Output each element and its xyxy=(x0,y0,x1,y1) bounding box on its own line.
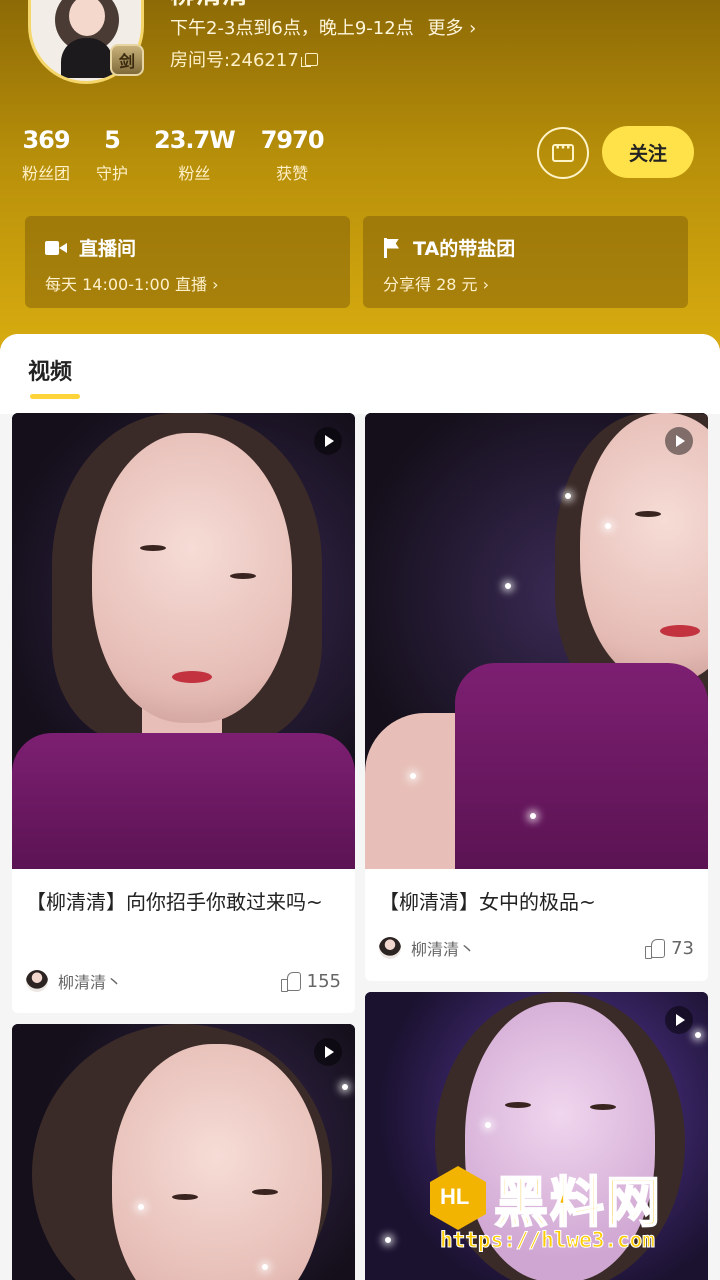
tab-videos[interactable]: 视频 xyxy=(28,354,72,386)
video-title[interactable]: 【柳清清】女中的极品~ xyxy=(379,885,694,919)
dress-shape xyxy=(12,733,355,869)
sparkle xyxy=(385,1237,391,1243)
team-subtitle: 分享得 28 元 › xyxy=(383,275,490,294)
stat-label: 获赞 xyxy=(276,164,309,183)
lips-shape xyxy=(172,671,212,683)
eye-shape xyxy=(590,1104,616,1110)
watermark-name: 黑料网 xyxy=(493,1170,662,1235)
stat-value: 369 xyxy=(22,126,70,154)
live-room-title: 直播间 xyxy=(79,238,137,260)
sparkle xyxy=(262,1264,268,1270)
sparkle xyxy=(695,1032,701,1038)
live-room-subtitle: 每天 14:00-1:00 直播 › xyxy=(45,275,219,294)
video-card[interactable]: 【柳清清】向你招手你敢过来吗~ 柳清清丶 155 xyxy=(12,413,355,1013)
video-meta: 柳清清丶 73 xyxy=(379,936,694,960)
author-avatar[interactable] xyxy=(26,970,48,992)
like-count: 73 xyxy=(671,937,694,959)
play-icon xyxy=(665,1006,693,1034)
sparkle xyxy=(530,813,536,819)
like-button[interactable]: 155 xyxy=(280,970,341,992)
content-sheet: 视频 【柳清清】向你招手你敢过来吗~ 柳清清丶 155 【柳清清】女中的极品~ … xyxy=(0,334,720,1280)
team-title: TA的带盐团 xyxy=(413,238,516,260)
avatar-body xyxy=(61,38,113,78)
live-room-title-row: 直播间 xyxy=(45,234,330,261)
eye-shape xyxy=(635,511,661,517)
author-avatar[interactable] xyxy=(379,937,401,959)
eye-shape xyxy=(505,1102,531,1108)
stat-value: 23.7W xyxy=(154,126,236,154)
schedule-more-link[interactable]: 更多 › xyxy=(427,18,476,39)
stat-guardians[interactable]: 5 守护 xyxy=(96,126,128,184)
sparkle xyxy=(565,493,571,499)
thumbs-up-icon xyxy=(280,971,301,992)
eye-shape xyxy=(252,1189,278,1195)
stat-followers[interactable]: 23.7W 粉丝 xyxy=(154,126,236,184)
copy-icon[interactable] xyxy=(300,52,318,67)
video-thumbnail[interactable] xyxy=(12,413,355,869)
video-thumbnail[interactable] xyxy=(365,413,708,869)
stat-label: 粉丝团 xyxy=(22,164,71,183)
stat-label: 守护 xyxy=(96,164,129,183)
sparkle xyxy=(138,1204,144,1210)
stat-likes[interactable]: 7970 获赞 xyxy=(260,126,325,184)
sparkle xyxy=(505,583,511,589)
lips-shape xyxy=(660,625,700,637)
sword-badge-icon: 剑 xyxy=(110,44,144,76)
author-name[interactable]: 柳清清丶 xyxy=(58,969,122,993)
profile-header: 剑 柳清清 下午2-3点到6点，晚上9-12点 更多 › 房间号:246217 … xyxy=(0,0,720,360)
stat-fan-club[interactable]: 369 粉丝团 xyxy=(22,126,71,184)
like-button[interactable]: 73 xyxy=(645,938,694,959)
video-meta: 柳清清丶 155 xyxy=(26,969,341,993)
stat-value: 5 xyxy=(104,126,121,154)
room-number: 房间号:246217 xyxy=(170,46,318,72)
eye-shape xyxy=(172,1194,198,1200)
streamer-name-text: 柳清清 xyxy=(170,0,350,10)
watermark-logo xyxy=(430,1166,486,1230)
sparkle xyxy=(485,1122,491,1128)
tab-bar: 视频 xyxy=(0,334,720,414)
live-schedule[interactable]: 下午2-3点到6点，晚上9-12点 更多 › xyxy=(170,14,476,40)
video-thumbnail[interactable] xyxy=(12,1024,355,1280)
play-icon xyxy=(314,1038,342,1066)
sparkle xyxy=(410,773,416,779)
live-room-card[interactable]: 直播间 每天 14:00-1:00 直播 › xyxy=(25,216,350,308)
team-card[interactable]: TA的带盐团 分享得 28 元 › xyxy=(363,216,688,308)
video-title[interactable]: 【柳清清】向你招手你敢过来吗~ xyxy=(26,885,341,919)
schedule-text: 下午2-3点到6点，晚上9-12点 xyxy=(170,18,414,39)
stats-row: 369 粉丝团 5 守护 23.7W 粉丝 7970 获赞 xyxy=(22,126,350,184)
follow-button[interactable]: 关注 xyxy=(602,126,694,178)
team-title-row: TA的带盐团 xyxy=(383,234,668,261)
eye-shape xyxy=(140,545,166,551)
site-watermark: 黑料网 https://hlwe3.com xyxy=(430,1162,700,1262)
like-count: 155 xyxy=(306,970,341,992)
stat-label: 粉丝 xyxy=(178,164,211,183)
dress-shape xyxy=(455,663,708,869)
room-number-text: 房间号:246217 xyxy=(170,50,299,71)
eye-shape xyxy=(230,573,256,579)
watermark-url: https://hlwe3.com xyxy=(440,1228,656,1253)
sparkle xyxy=(605,523,611,529)
video-camera-icon xyxy=(45,240,67,256)
thumbs-up-icon xyxy=(645,938,666,959)
video-card[interactable]: 【柳清清】女中的极品~ 柳清清丶 73 xyxy=(365,413,708,981)
flag-icon xyxy=(383,237,401,258)
tab-active-indicator xyxy=(30,394,80,399)
author-name[interactable]: 柳清清丶 xyxy=(411,936,475,960)
message-button[interactable] xyxy=(537,127,589,179)
streamer-name: 柳清清 xyxy=(170,0,350,10)
play-icon xyxy=(665,427,693,455)
chat-bubble-icon xyxy=(552,140,574,162)
stat-value: 7970 xyxy=(260,126,325,154)
video-card[interactable] xyxy=(12,1024,355,1280)
play-icon xyxy=(314,427,342,455)
sparkle xyxy=(342,1084,348,1090)
